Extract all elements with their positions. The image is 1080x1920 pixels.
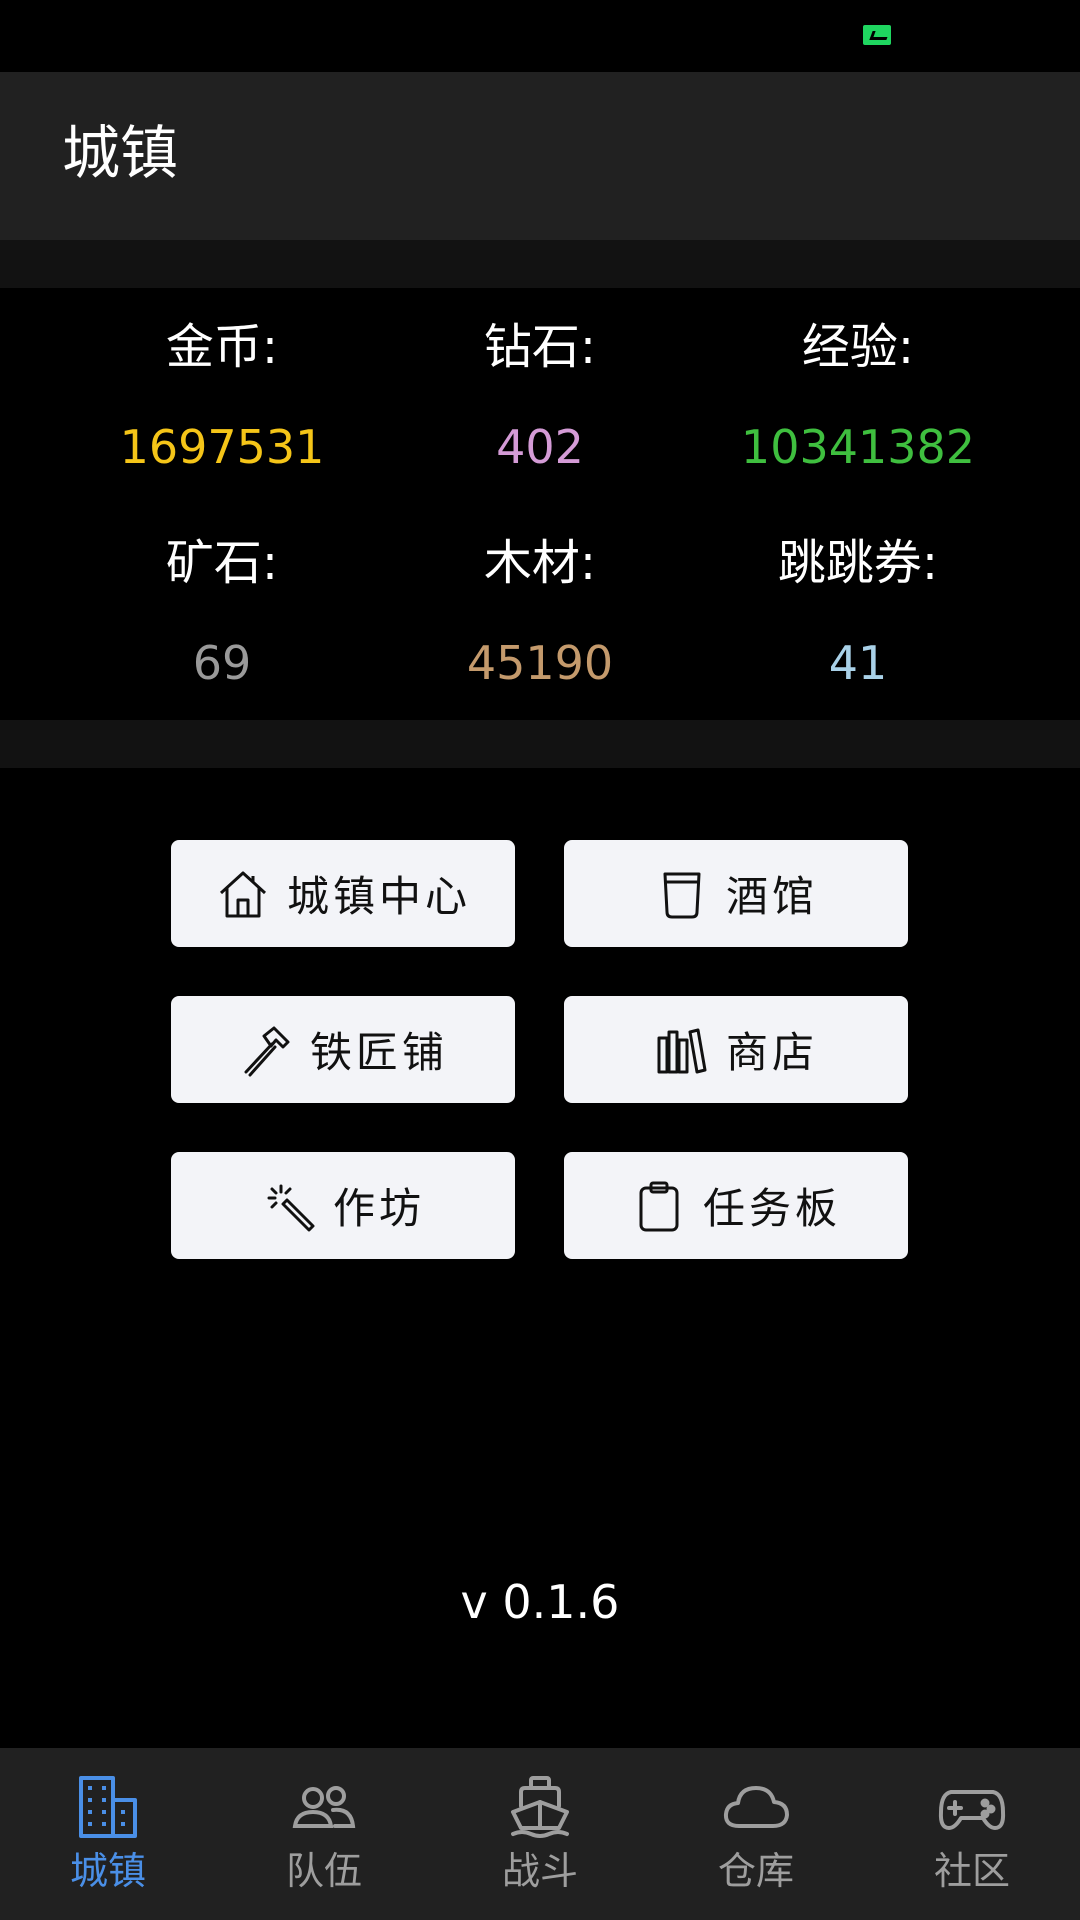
button-label: 铁匠铺 — [309, 1028, 448, 1077]
ship-icon — [505, 1772, 575, 1842]
cup-icon — [654, 866, 710, 922]
clipboard-icon — [631, 1178, 687, 1234]
stats-panel: 金币: 1697531 钻石: 402 经验: 10341382 矿石: 69 … — [0, 288, 1080, 720]
stat-ore: 矿石: 69 — [63, 539, 381, 686]
books-icon — [654, 1022, 710, 1078]
stat-wood: 木材: 45190 — [381, 539, 699, 686]
stat-label: 木材: — [483, 535, 597, 591]
nav-item-community[interactable]: 社区 — [864, 1748, 1080, 1920]
hammer-icon — [238, 1022, 294, 1078]
people-icon — [289, 1772, 359, 1842]
button-label: 任务板 — [702, 1184, 841, 1233]
tavern-button[interactable]: 酒馆 — [564, 840, 908, 947]
stat-experience: 经验: 10341382 — [699, 323, 1017, 470]
stat-label: 跳跳券: — [777, 535, 939, 591]
nav-label: 队伍 — [285, 1849, 362, 1893]
house-icon — [215, 866, 271, 922]
nav-label: 战斗 — [501, 1849, 578, 1893]
stat-gold: 金币: 1697531 — [63, 323, 381, 470]
stat-value: 1697531 — [119, 420, 325, 474]
stat-label: 钻石: — [483, 319, 597, 375]
task-board-button[interactable]: 任务板 — [564, 1152, 908, 1259]
stat-diamond: 钻石: 402 — [381, 323, 699, 470]
stat-jump-ticket: 跳跳券: 41 — [699, 539, 1017, 686]
stat-label: 矿石: — [165, 535, 279, 591]
nav-item-battle[interactable]: 战斗 — [432, 1748, 648, 1920]
nav-label: 社区 — [933, 1849, 1010, 1893]
stat-value: 402 — [496, 420, 584, 474]
stat-value: 41 — [828, 636, 888, 690]
stat-value: 69 — [192, 636, 252, 690]
town-center-button[interactable]: 城镇中心 — [171, 840, 515, 947]
nav-item-warehouse[interactable]: 仓库 — [648, 1748, 864, 1920]
divider — [0, 240, 1080, 288]
gamepad-icon — [937, 1772, 1007, 1842]
stat-value: 10341382 — [740, 420, 976, 474]
stat-label: 经验: — [801, 319, 915, 375]
workshop-button[interactable]: 作坊 — [171, 1152, 515, 1259]
button-label: 作坊 — [332, 1184, 425, 1233]
app-bar: 城镇 — [0, 72, 1080, 240]
button-label: 酒馆 — [725, 872, 818, 921]
nav-item-town[interactable]: 城镇 — [0, 1748, 216, 1920]
cloud-icon — [721, 1772, 791, 1842]
magic-wand-icon — [261, 1178, 317, 1234]
divider — [0, 720, 1080, 768]
nav-item-team[interactable]: 队伍 — [216, 1748, 432, 1920]
bottom-nav: 城镇 队伍 战斗 仓库 社区 — [0, 1748, 1080, 1920]
status-bar — [0, 0, 1080, 72]
nav-label: 城镇 — [69, 1849, 146, 1893]
page-title: 城镇 — [62, 119, 179, 187]
shop-button[interactable]: 商店 — [564, 996, 908, 1103]
button-label: 商店 — [725, 1028, 818, 1077]
button-label: 城镇中心 — [286, 872, 471, 921]
stat-label: 金币: — [165, 319, 279, 375]
stat-value: 45190 — [466, 636, 614, 690]
buildings-icon — [73, 1772, 143, 1842]
version-label: v 0.1.6 — [460, 1575, 620, 1629]
blacksmith-button[interactable]: 铁匠铺 — [171, 996, 515, 1103]
battery-icon — [863, 25, 891, 45]
nav-label: 仓库 — [717, 1849, 794, 1893]
